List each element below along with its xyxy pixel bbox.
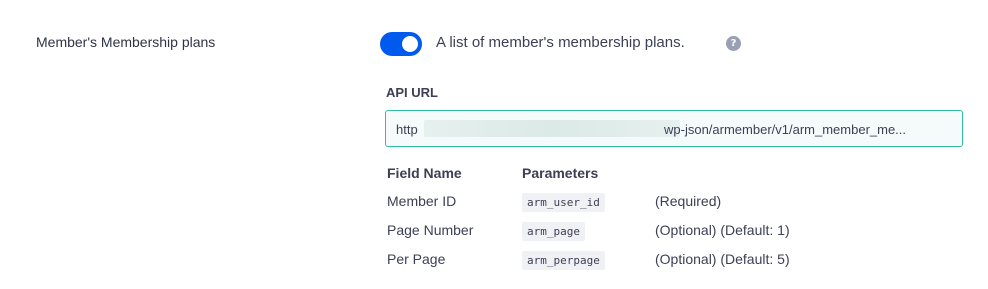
field-name-per-page: Per Page [387, 251, 446, 267]
setting-label: Member's Membership plans [36, 34, 216, 50]
api-url-redacted [424, 120, 680, 137]
api-url-field[interactable]: http wp-json/armember/v1/arm_member_me..… [385, 110, 963, 147]
param-note-page-number: (Optional) (Default: 1) [655, 222, 790, 238]
api-url-suffix: wp-json/armember/v1/arm_member_me... [664, 122, 907, 137]
toggle-knob [402, 36, 418, 52]
header-parameters: Parameters [522, 165, 599, 181]
field-name-member-id: Member ID [387, 193, 457, 209]
param-arm-page: arm_page [522, 222, 585, 241]
param-arm-perpage: arm_perpage [522, 251, 605, 270]
api-url-prefix: http [396, 122, 418, 137]
param-note-member-id: (Required) [655, 193, 722, 209]
question-circle-icon[interactable]: ? [726, 36, 741, 51]
param-note-per-page: (Optional) (Default: 5) [655, 251, 790, 267]
setting-description: A list of member's membership plans. [436, 34, 685, 51]
param-arm-user-id: arm_user_id [522, 193, 605, 212]
membership-plans-toggle[interactable] [380, 32, 422, 56]
field-name-page-number: Page Number [387, 222, 474, 238]
header-field-name: Field Name [387, 165, 462, 181]
api-url-label: API URL [386, 85, 438, 100]
